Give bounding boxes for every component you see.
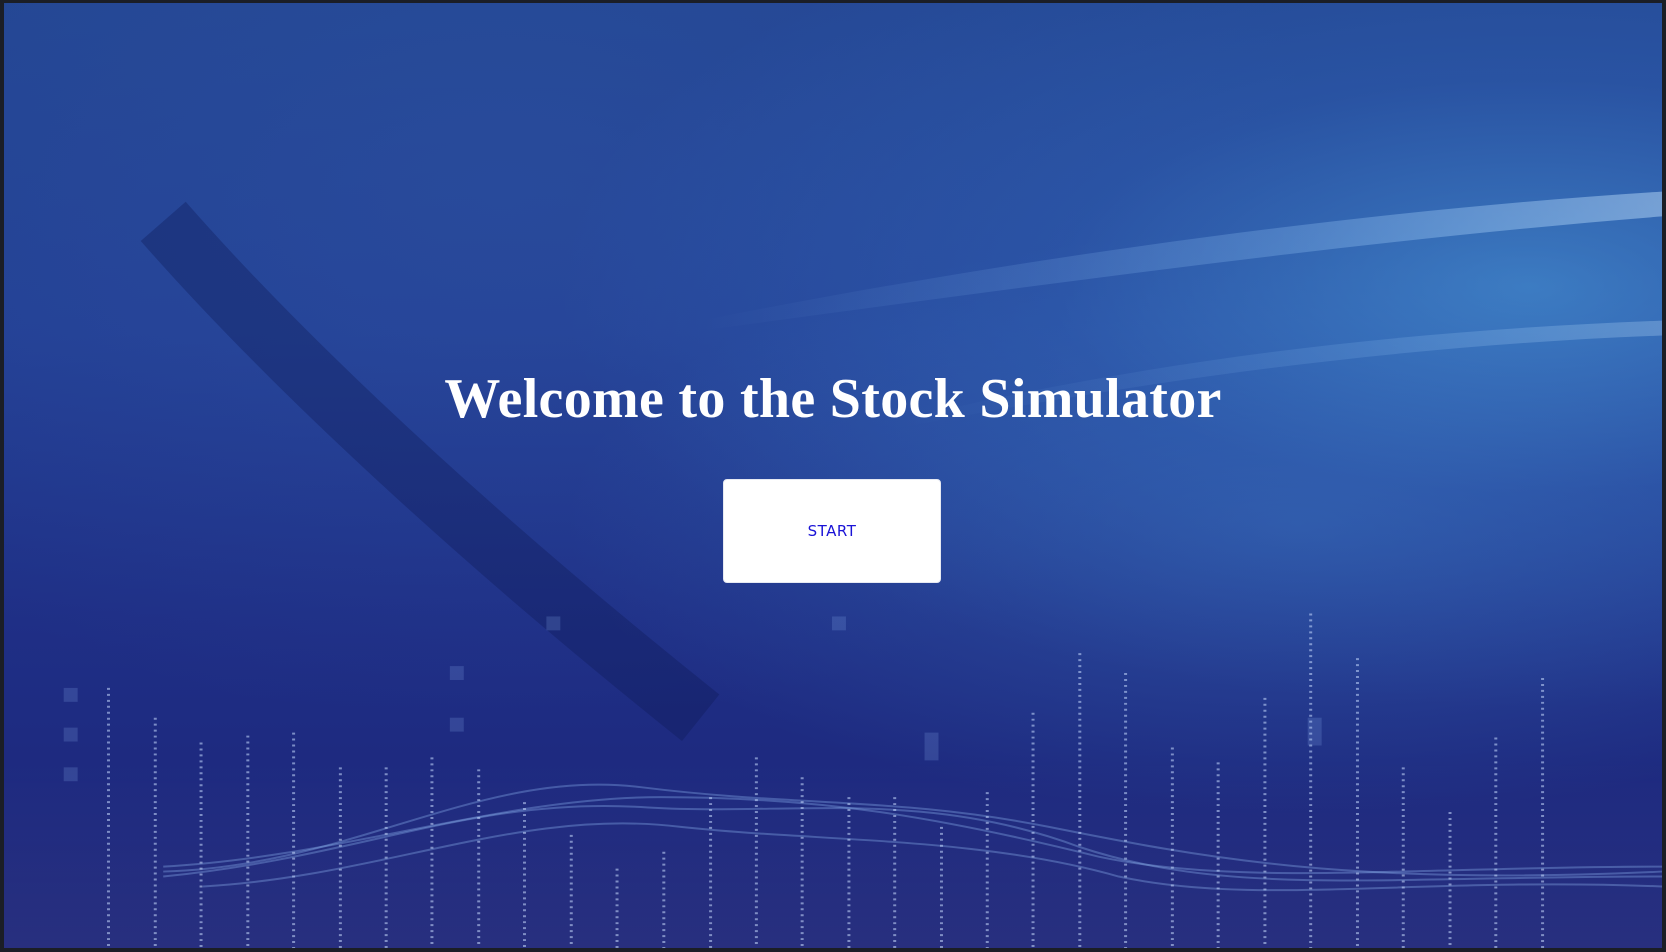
welcome-screen: Welcome to the Stock Simulator START <box>0 0 1666 952</box>
page-title: Welcome to the Stock Simulator <box>444 368 1222 430</box>
stock-chart-background-graphic <box>4 191 1662 948</box>
start-button[interactable]: START <box>723 479 941 583</box>
